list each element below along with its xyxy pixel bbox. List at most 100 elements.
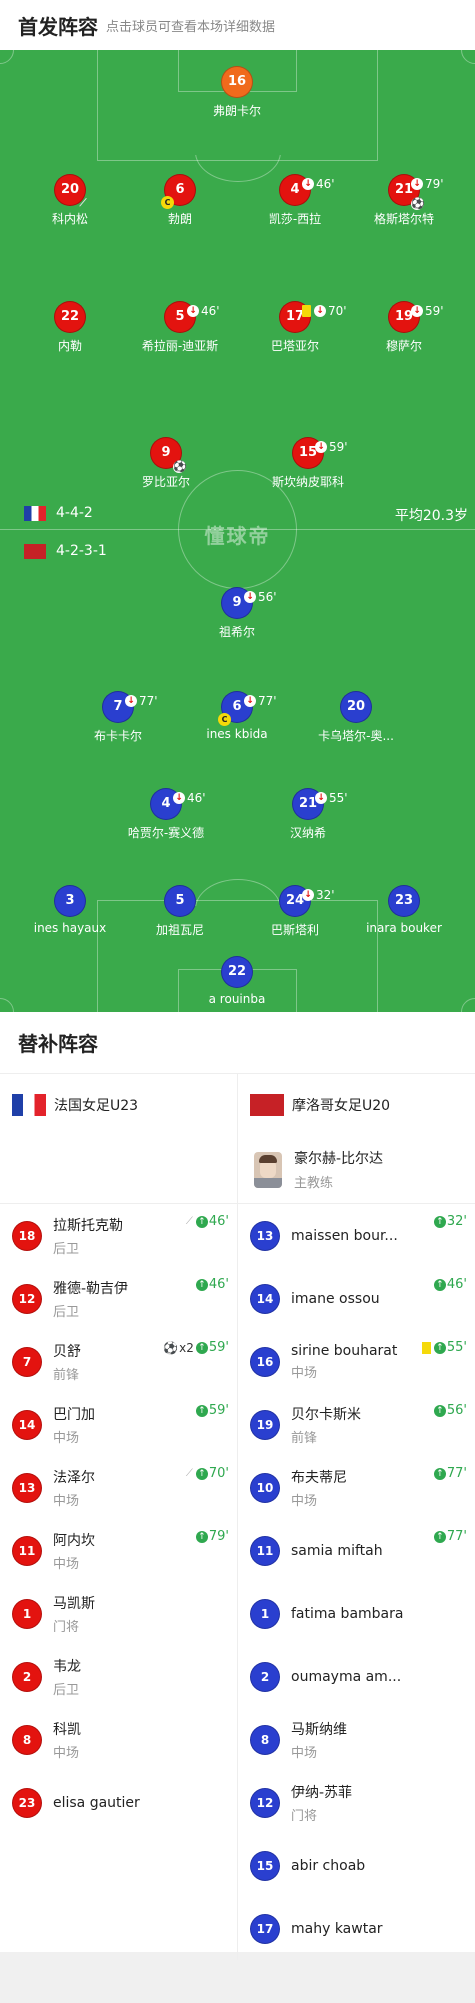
goal-ball-icon: ⚽ <box>411 197 425 210</box>
player-number: 6 <box>232 699 242 714</box>
player-number: 20 <box>60 182 80 197</box>
sub-player-row[interactable]: 12 雅德-勒吉伊 后卫 ↑ 46' <box>0 1267 237 1330</box>
sub-off-icon: ↓ <box>244 591 256 603</box>
player-number-disc: 6C <box>161 174 196 209</box>
pitch: 懂球帝 4-4-2 4-2-3-1 平均20.3岁 16 弗朗卡尔 20 ⟋ 科内松 6 C… <box>0 50 475 1012</box>
pitch-player[interactable]: 9 ⚽ 罗比亚尔 <box>106 437 226 490</box>
sub-player-name: oumayma am... <box>291 1668 402 1685</box>
pitch-player[interactable]: 6 ↓ 77' Cines kbida <box>177 691 297 741</box>
sub-player-row[interactable]: 11 阿内坎 中场 ↑ 79' <box>0 1519 237 1582</box>
sub-player-row[interactable]: 16 sirine bouharat 中场 ↑ 55' <box>238 1330 475 1393</box>
coach-row[interactable]: 豪尔赫-比尔达 主教练 <box>238 1136 475 1204</box>
player-number: 4 <box>290 182 300 197</box>
sub-player-row[interactable]: 2 oumayma am... <box>238 1645 475 1708</box>
pitch-player[interactable]: 4 ↓ 46' 哈贾尔-赛义德 <box>106 788 226 841</box>
sub-player-name: 布夫蒂尼 <box>291 1469 347 1486</box>
sub-player-name: elisa gautier <box>53 1794 140 1811</box>
sub-player-row[interactable]: 23 elisa gautier <box>0 1771 237 1834</box>
sub-number-disc: 23 <box>12 1787 42 1818</box>
sub-player-row[interactable]: 13 法泽尔 中场 ⟋ ↑ 70' <box>0 1456 237 1519</box>
france-formation-text: 4-4-2 <box>56 505 93 521</box>
pitch-player[interactable]: 5 加祖瓦尼 <box>120 885 240 938</box>
sub-player-row[interactable]: 1 fatima bambara <box>238 1582 475 1645</box>
pitch-player[interactable]: 15 ↓ 59' 斯坎纳皮耶科 <box>248 437 368 490</box>
player-number-disc: 16 <box>221 66 253 98</box>
pitch-player[interactable]: 17 ↓ 70' 巴塔亚尔 <box>235 301 355 354</box>
sub-player-row[interactable]: 12 伊纳-苏菲 门将 <box>238 1771 475 1834</box>
sub-player-row[interactable]: 13 maissen bour... ↑ 32' <box>238 1204 475 1267</box>
pitch-player[interactable]: 21 ↓ 55' 汉纳希 <box>248 788 368 841</box>
player-name: 凯莎-西拉 <box>268 212 322 226</box>
sub-event: ↑ 55' <box>421 1340 467 1355</box>
sub-minute: 56' <box>258 590 277 604</box>
sub-off-icon: ↓ <box>244 695 256 707</box>
sub-player-row[interactable]: 10 布夫蒂尼 中场 ↑ 77' <box>238 1456 475 1519</box>
sub-off-icon: ↓ <box>314 305 326 317</box>
sub-player-row[interactable]: 8 科凯 中场 <box>0 1708 237 1771</box>
sub-player-row[interactable]: 1 马凯斯 门将 <box>0 1582 237 1645</box>
sub-event: ⟋ ↑ 46' <box>186 1214 229 1229</box>
sub-player-name: 法泽尔 <box>53 1469 95 1486</box>
player-name: 弗朗卡尔 <box>212 104 261 118</box>
morocco-formation-text: 4-2-3-1 <box>56 543 107 559</box>
player-name: 巴斯塔利 <box>270 923 319 937</box>
pitch-player[interactable]: 24 ↓ 32' 巴斯塔利 <box>235 885 355 938</box>
sub-player-name: 伊纳-苏菲 <box>291 1784 353 1801</box>
sub-player-position: 门将 <box>291 1808 318 1824</box>
france-team-row[interactable]: 法国女足U23 <box>0 1074 237 1136</box>
sub-player-position: 中场 <box>53 1556 80 1572</box>
player-number-disc: 9 ↓ 56' <box>221 587 277 619</box>
sub-player-name: maissen bour... <box>291 1227 398 1244</box>
player-name: 勃朗 <box>167 212 192 226</box>
sub-player-row[interactable]: 2 韦龙 后卫 <box>0 1645 237 1708</box>
pitch-player[interactable]: 16 弗朗卡尔 <box>177 66 297 119</box>
pitch-player[interactable]: 20 卡乌塔尔-奥... <box>296 691 416 744</box>
sub-event: ↓ 32' <box>302 880 335 910</box>
pitch-player[interactable]: 22 内勒 <box>10 301 130 354</box>
sub-player-row[interactable]: 11 samia miftah ↑ 77' <box>238 1519 475 1582</box>
sub-player-row[interactable]: 17 mahy kawtar <box>238 1897 475 1960</box>
pitch-player[interactable]: 6 C 勃朗 <box>120 174 240 227</box>
sub-event: ↓ 46' <box>187 296 220 326</box>
assist-boot-icon: ⟋ <box>185 1216 193 1227</box>
lineup-header: 首发阵容 点击球员可查看本场详细数据 <box>0 0 475 50</box>
sub-minute: 59' <box>425 304 444 318</box>
pitch-player[interactable]: 4 ↓ 46' 凯莎-西拉 <box>235 174 355 227</box>
sub-number-disc: 16 <box>250 1346 280 1377</box>
sub-event: ↓ 59' <box>315 432 348 462</box>
coach-name: 豪尔赫-比尔达 <box>294 1151 384 1167</box>
pitch-player[interactable]: 9 ↓ 56' 祖希尔 <box>177 587 297 640</box>
sub-player-position: 中场 <box>53 1745 80 1761</box>
pitch-player[interactable]: 21 ↓ 79' ⚽ 格斯塔尔特 <box>344 174 464 227</box>
sub-player-row[interactable]: 14 巴门加 中场 ↑ 59' <box>0 1393 237 1456</box>
sub-player-row[interactable]: 14 imane ossou ↑ 46' <box>238 1267 475 1330</box>
pitch-player[interactable]: 20 ⟋ 科内松 <box>10 174 130 227</box>
sub-player-row[interactable]: 7 贝舒 前锋 ⚽ x2 ↑ 59' <box>0 1330 237 1393</box>
sub-minute: 46' <box>208 1214 229 1229</box>
sub-number-disc: 18 <box>12 1220 42 1251</box>
player-number: 5 <box>175 309 185 324</box>
morocco-team-name: 摩洛哥女足U20 <box>292 1098 391 1114</box>
sub-player-name: fatima bambara <box>291 1605 404 1622</box>
sub-player-name: mahy kawtar <box>291 1920 383 1937</box>
sub-off-icon: ↓ <box>302 178 314 190</box>
pitch-player[interactable]: 5 ↓ 46' 希拉丽-迪亚斯 <box>120 301 240 354</box>
pitch-player[interactable]: 3 ines hayaux <box>10 885 130 935</box>
sub-player-row[interactable]: 15 abir choab <box>238 1834 475 1897</box>
pitch-player[interactable]: 7 ↓ 77' 布卡卡尔 <box>58 691 178 744</box>
player-name: 罗比亚尔 <box>141 475 190 489</box>
sub-player-row[interactable]: 19 贝尔卡斯米 前锋 ↑ 56' <box>238 1393 475 1456</box>
sub-player-name: 韦龙 <box>53 1658 81 1675</box>
sub-player-row[interactable]: 18 拉斯托克勒 后卫 ⟋ ↑ 46' <box>0 1204 237 1267</box>
sub-player-row[interactable]: 8 马斯纳维 中场 <box>238 1708 475 1771</box>
sub-player-name: 拉斯托克勒 <box>53 1217 123 1234</box>
pitch-player[interactable]: 19 ↓ 59' 穆萨尔 <box>344 301 464 354</box>
player-number-disc: 15 ↓ 59' <box>292 437 348 469</box>
player-number: 16 <box>227 74 247 89</box>
morocco-flag-icon <box>24 543 46 559</box>
pitch-player[interactable]: 22 a rouinba <box>177 956 297 1006</box>
morocco-team-row[interactable]: 摩洛哥女足U20 <box>238 1074 475 1136</box>
pitch-player[interactable]: 23 inara bouker <box>344 885 464 935</box>
sub-player-position: 后卫 <box>53 1682 80 1698</box>
sub-off-icon: ↓ <box>315 792 327 804</box>
